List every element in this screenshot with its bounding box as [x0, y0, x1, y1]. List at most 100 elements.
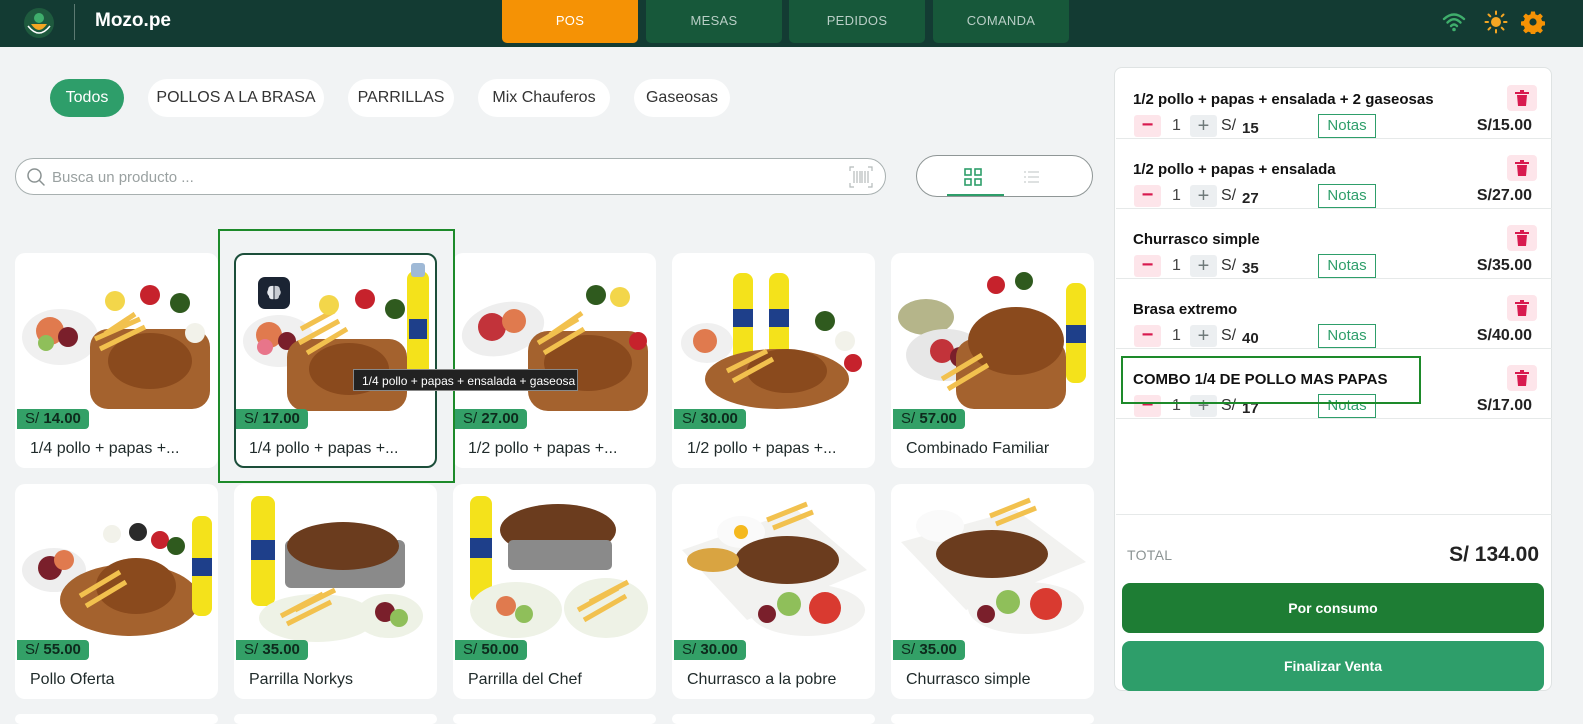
increase-button[interactable]: +: [1190, 395, 1217, 417]
notes-button[interactable]: Notas: [1318, 254, 1376, 278]
notes-button[interactable]: Notas: [1318, 114, 1376, 138]
mozo-logo-icon[interactable]: [22, 6, 56, 40]
decrease-button[interactable]: −: [1134, 255, 1161, 277]
trash-icon: [1515, 160, 1529, 176]
product-card[interactable]: S/ 14.00 1/4 pollo + papas +...: [15, 253, 218, 468]
top-bar: Mozo.pe POS MESAS PEDIDOS COMANDA: [0, 0, 1583, 47]
product-name: 1/4 pollo + papas +...: [249, 440, 399, 457]
order-item-name: Brasa extremo: [1133, 301, 1238, 318]
wifi-icon[interactable]: [1442, 10, 1466, 34]
price-tag: S/ 35.00: [893, 640, 965, 660]
decrease-button[interactable]: −: [1134, 395, 1161, 417]
product-card-partial[interactable]: [891, 714, 1094, 724]
tab-mesas[interactable]: MESAS: [646, 0, 782, 43]
product-card[interactable]: S/ 27.00 1/2 pollo + papas +...: [453, 253, 656, 468]
category-mix-chauferos[interactable]: Mix Chauferos: [478, 79, 610, 117]
unit-price[interactable]: 35: [1242, 260, 1259, 277]
quantity: 1: [1172, 187, 1181, 204]
barcode-icon[interactable]: [849, 166, 873, 188]
trash-icon: [1515, 300, 1529, 316]
category-gaseosas[interactable]: Gaseosas: [634, 79, 730, 117]
increase-button[interactable]: +: [1190, 185, 1217, 207]
tab-pedidos[interactable]: PEDIDOS: [789, 0, 925, 43]
price-tag: S/ 57.00: [893, 409, 965, 429]
gear-icon[interactable]: [1521, 10, 1545, 34]
price-tag: S/ 27.00: [455, 409, 527, 429]
increase-button[interactable]: +: [1190, 115, 1217, 137]
increase-button[interactable]: +: [1190, 325, 1217, 347]
por-consumo-button[interactable]: Por consumo: [1122, 583, 1544, 633]
price-tag: S/ 30.00: [674, 409, 746, 429]
price-tag: S/ 50.00: [455, 640, 527, 660]
decrease-button[interactable]: −: [1134, 325, 1161, 347]
product-card-partial[interactable]: [234, 714, 437, 724]
product-card-partial[interactable]: [15, 714, 218, 724]
item-total: S/27.00: [1476, 187, 1532, 204]
tab-pos[interactable]: POS: [502, 0, 638, 43]
finalizar-venta-button[interactable]: Finalizar Venta: [1122, 641, 1544, 691]
order-item-name: 1/2 pollo + papas + ensalada: [1133, 161, 1336, 178]
category-pollos-a-la-brasa[interactable]: POLLOS A LA BRASA: [148, 79, 324, 117]
product-image: [896, 259, 1089, 415]
total-value: S/ 134.00: [1449, 543, 1539, 566]
product-card-partial[interactable]: [672, 714, 875, 724]
product-tooltip: 1/4 pollo + papas + ensalada + gaseosa: [353, 369, 578, 391]
product-name: Churrasco a la pobre: [687, 671, 837, 688]
header-divider: [74, 4, 75, 40]
currency-label: S/: [1221, 257, 1237, 274]
product-card[interactable]: S/ 35.00 Churrasco simple: [891, 484, 1094, 699]
currency-label: S/: [1221, 397, 1237, 414]
brand-name: Mozo.pe: [95, 10, 171, 31]
order-item: Churrasco simple − 1 + S/ 35 Notas S/35.…: [1116, 209, 1552, 279]
product-card-selected[interactable]: S/ 17.00 1/4 pollo + papas +...: [234, 253, 437, 468]
decrease-button[interactable]: −: [1134, 185, 1161, 207]
notes-button[interactable]: Notas: [1318, 184, 1376, 208]
product-image: [20, 490, 213, 646]
search-icon: [27, 168, 45, 186]
price-tag: S/ 55.00: [17, 640, 89, 660]
tab-comanda[interactable]: COMANDA: [933, 0, 1069, 43]
currency-label: S/: [1221, 187, 1237, 204]
product-card-partial[interactable]: [453, 714, 656, 724]
decrease-button[interactable]: −: [1134, 115, 1161, 137]
grid-view-icon[interactable]: [963, 167, 983, 187]
unit-price[interactable]: 40: [1242, 330, 1259, 347]
sun-icon[interactable]: [1484, 10, 1508, 34]
currency-label: S/: [1221, 327, 1237, 344]
product-card[interactable]: S/ 30.00 1/2 pollo + papas +...: [672, 253, 875, 468]
notes-button[interactable]: Notas: [1318, 324, 1376, 348]
list-view-icon[interactable]: [1021, 167, 1041, 187]
product-card[interactable]: S/ 57.00 Combinado Familiar: [891, 253, 1094, 468]
unit-price[interactable]: 27: [1242, 190, 1259, 207]
currency-label: S/: [1221, 117, 1237, 134]
search-input[interactable]: [52, 165, 842, 189]
order-item: 1/2 pollo + papas + ensalada − 1 + S/ 27…: [1116, 139, 1552, 209]
increase-button[interactable]: +: [1190, 255, 1217, 277]
delete-button[interactable]: [1507, 365, 1537, 391]
order-item: Brasa extremo − 1 + S/ 40 Notas S/40.00: [1116, 279, 1552, 349]
product-card[interactable]: S/ 30.00 Churrasco a la pobre: [672, 484, 875, 699]
delete-button[interactable]: [1507, 295, 1537, 321]
product-image: [20, 259, 213, 415]
brain-icon[interactable]: [258, 277, 290, 309]
panel-divider: [1116, 514, 1552, 515]
order-item: COMBO 1/4 DE POLLO MAS PAPAS − 1 + S/ 17…: [1116, 349, 1552, 419]
delete-button[interactable]: [1507, 225, 1537, 251]
delete-button[interactable]: [1507, 85, 1537, 111]
product-card[interactable]: S/ 50.00 Parrilla del Chef: [453, 484, 656, 699]
category-todos[interactable]: Todos: [50, 79, 124, 117]
product-name: Combinado Familiar: [906, 440, 1050, 457]
search-bar: [15, 158, 886, 195]
notes-button[interactable]: Notas: [1318, 394, 1376, 418]
unit-price[interactable]: 15: [1242, 120, 1259, 137]
trash-icon: [1515, 230, 1529, 246]
delete-button[interactable]: [1507, 155, 1537, 181]
order-item-name: COMBO 1/4 DE POLLO MAS PAPAS: [1133, 371, 1388, 388]
order-item: 1/2 pollo + papas + ensalada + 2 gaseosa…: [1116, 69, 1552, 139]
product-card[interactable]: S/ 55.00 Pollo Oferta: [15, 484, 218, 699]
product-image: [458, 490, 651, 646]
product-card[interactable]: S/ 35.00 Parrilla Norkys: [234, 484, 437, 699]
product-name: 1/4 pollo + papas +...: [30, 440, 180, 457]
unit-price[interactable]: 17: [1242, 400, 1259, 417]
category-parrillas[interactable]: PARRILLAS: [348, 79, 454, 117]
